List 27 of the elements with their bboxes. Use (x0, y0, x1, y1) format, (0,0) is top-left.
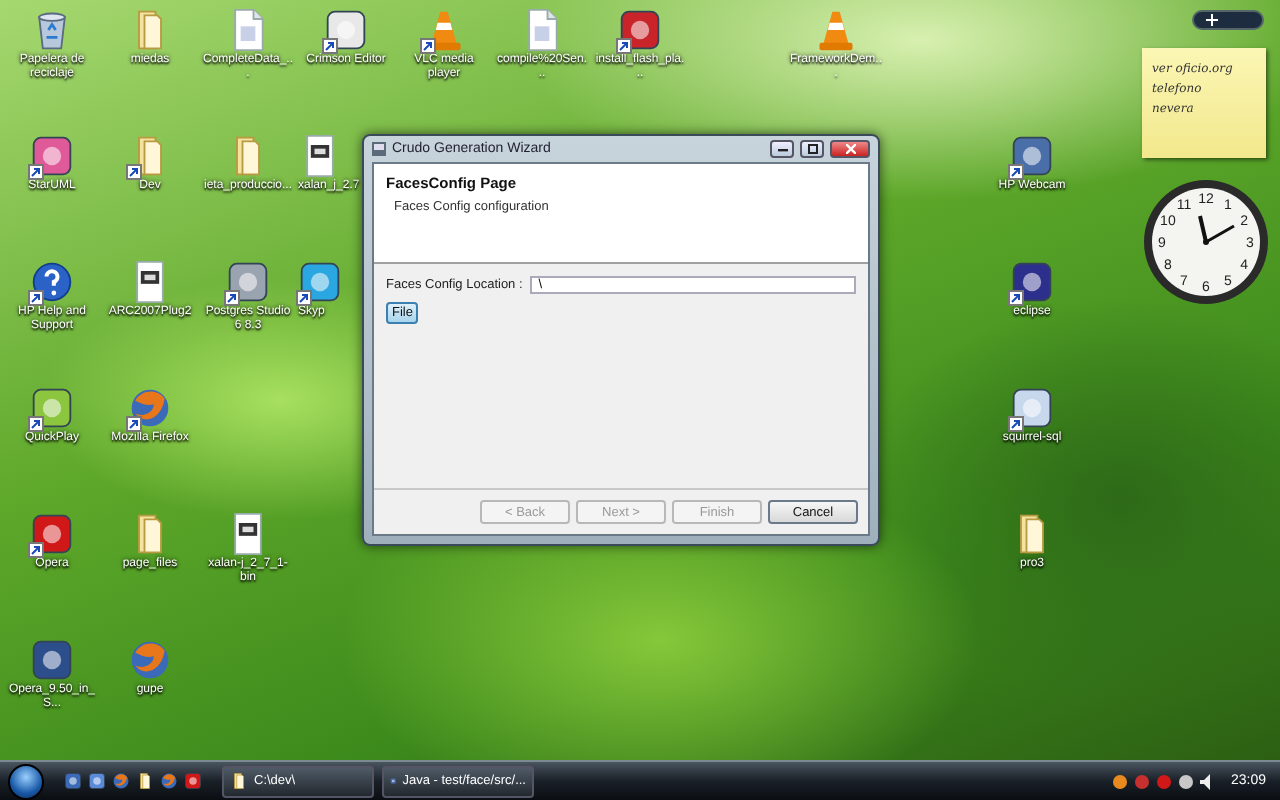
globe-icon (112, 772, 130, 790)
globe-icon (160, 772, 178, 790)
quick-launch-item[interactable] (112, 772, 130, 790)
folder-icon (230, 772, 248, 790)
minimize-button[interactable] (770, 140, 794, 158)
globe-icon (128, 386, 172, 430)
quick-launch-item[interactable] (88, 772, 106, 790)
app-icon (64, 772, 82, 790)
maximize-button[interactable] (800, 140, 824, 158)
quick-launch-item[interactable] (64, 772, 82, 790)
app-icon (184, 772, 202, 790)
globe-icon (128, 638, 172, 682)
folder-icon (136, 772, 154, 790)
close-icon (845, 144, 855, 154)
plus-icon[interactable] (1206, 14, 1218, 26)
close-button[interactable] (830, 140, 870, 158)
app-icon (372, 142, 386, 156)
app-icon (88, 772, 106, 790)
gadget-toolbar[interactable] (1192, 10, 1264, 30)
help-icon (30, 260, 74, 304)
minimize-icon (777, 146, 787, 152)
quick-launch-item[interactable] (160, 772, 178, 790)
quick-launch-item[interactable] (136, 772, 154, 790)
start-button[interactable] (8, 763, 44, 799)
traffic-cone-icon (814, 8, 858, 52)
maximize-icon (807, 144, 817, 154)
quick-launch-item[interactable] (184, 772, 202, 790)
